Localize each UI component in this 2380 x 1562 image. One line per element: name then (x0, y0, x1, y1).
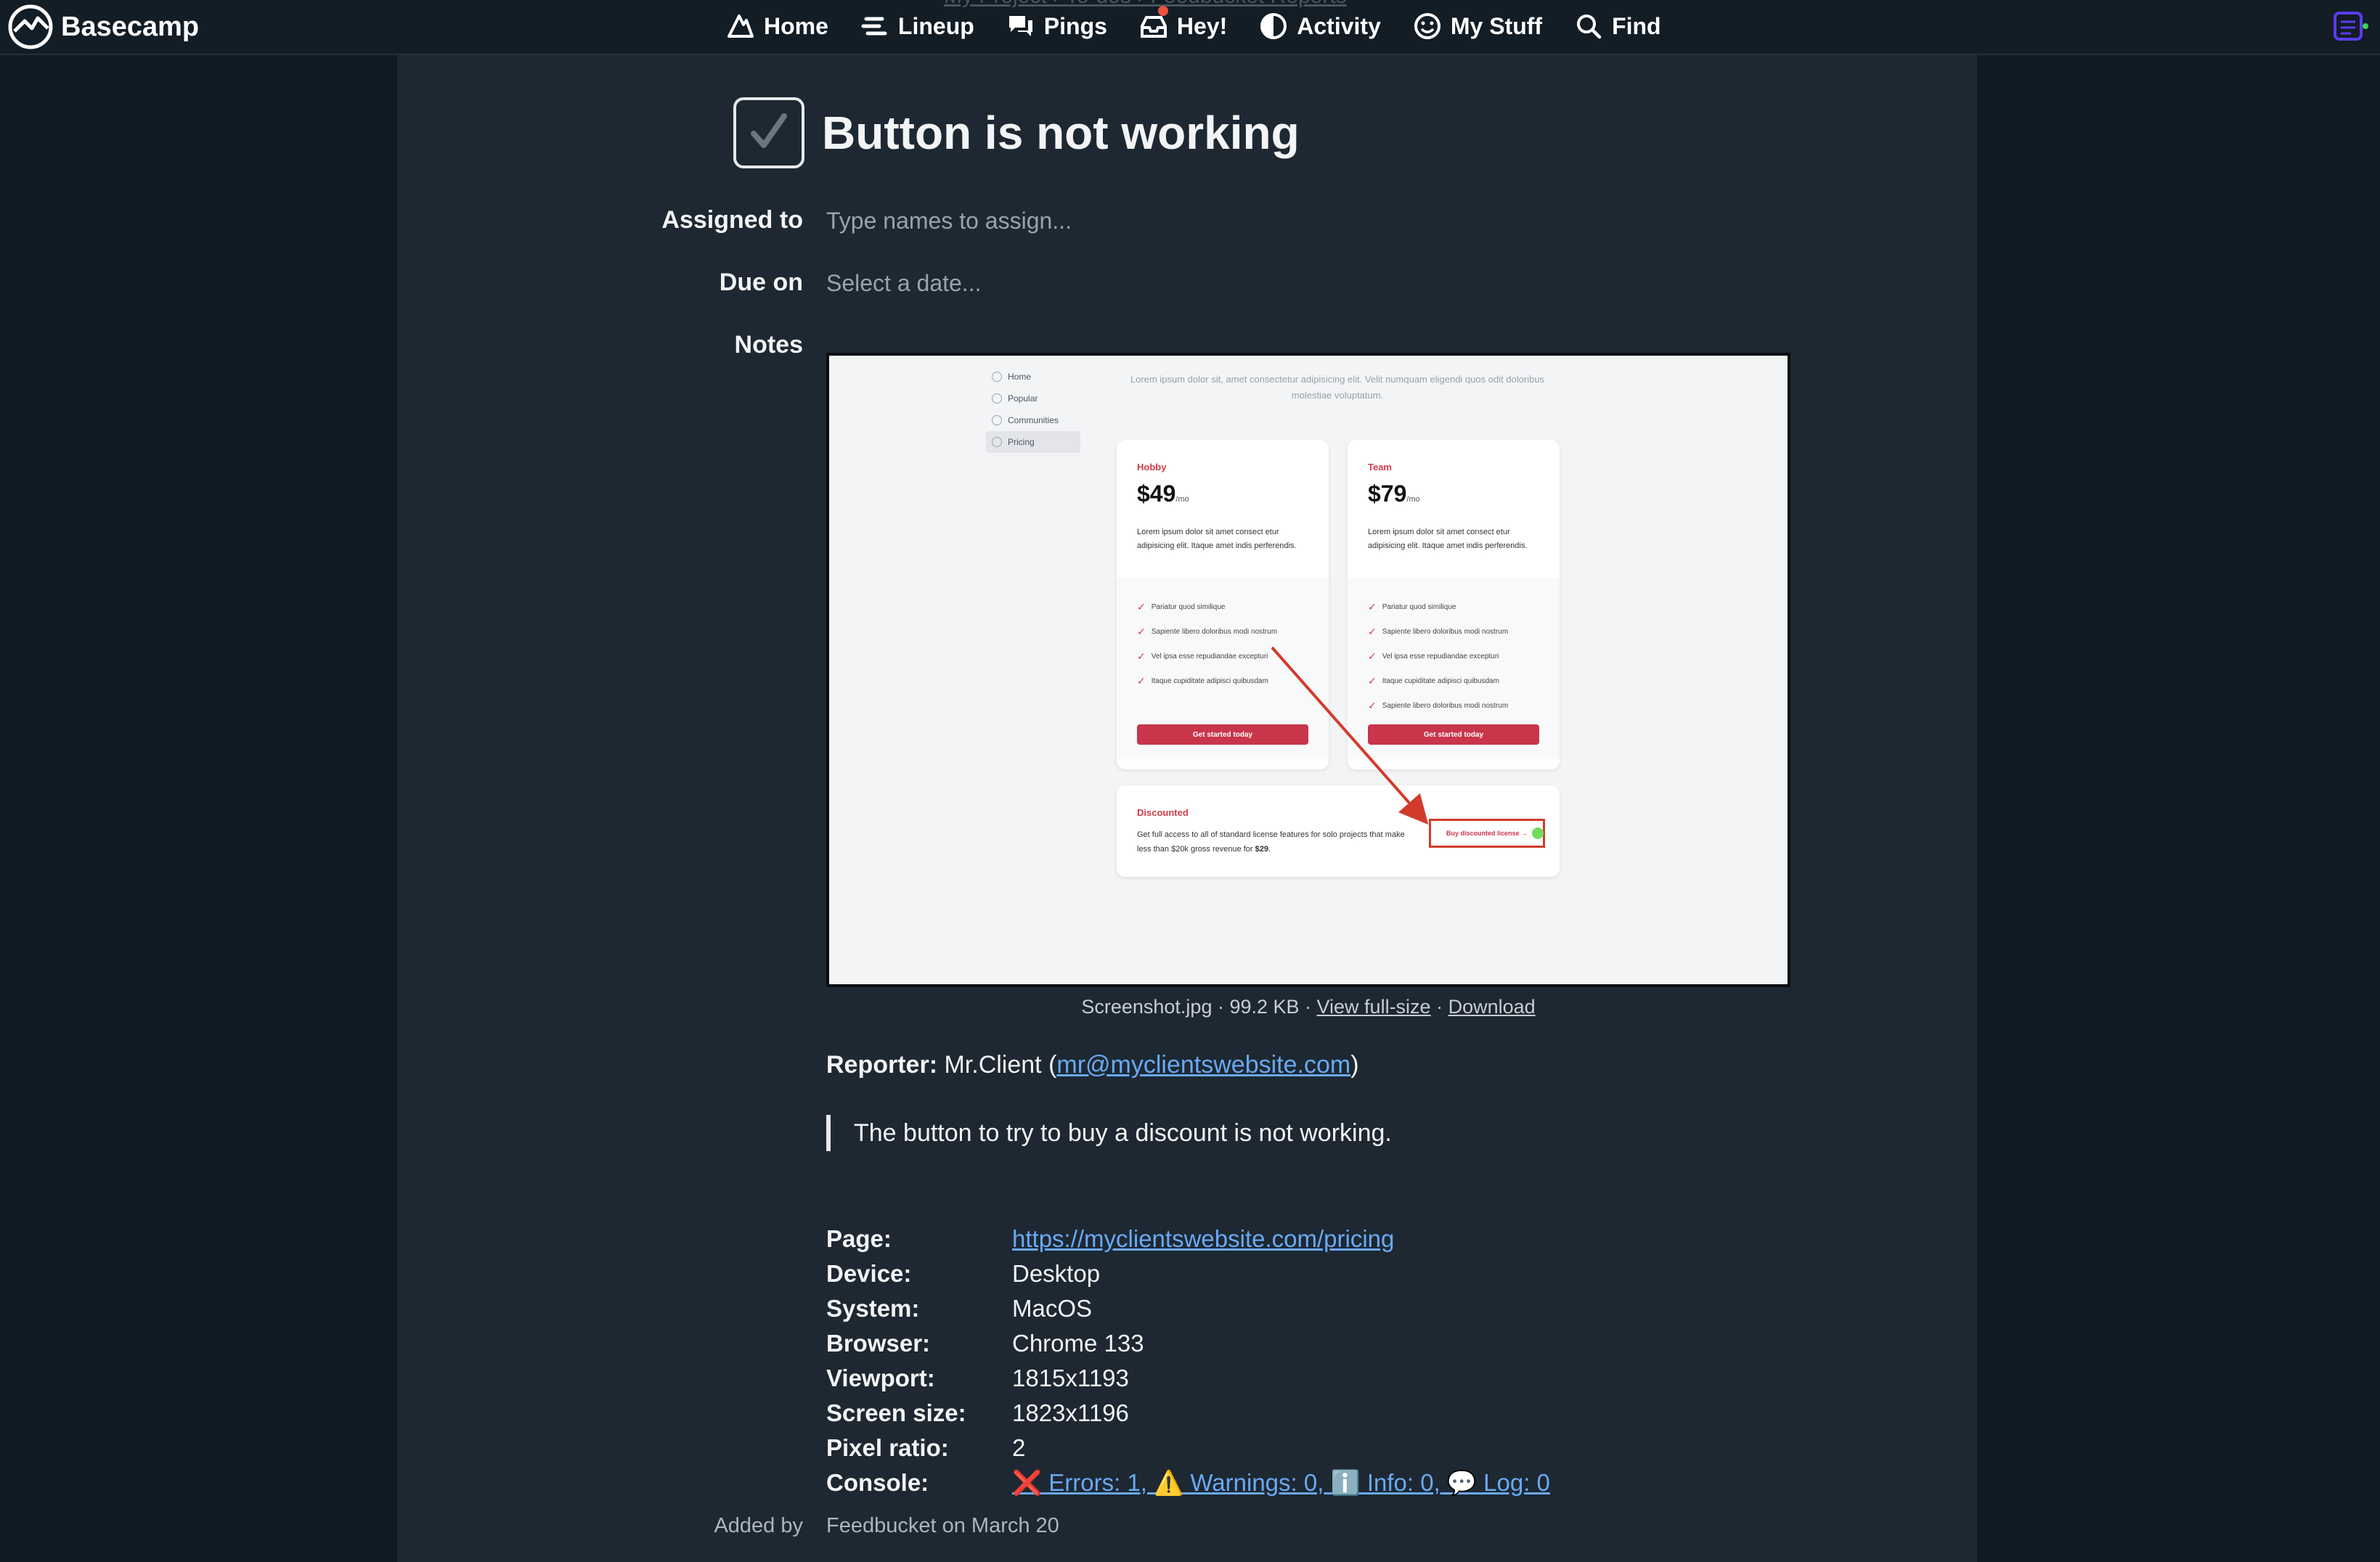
nav-hey[interactable]: Hey! (1139, 6, 1228, 41)
search-icon (1577, 15, 1602, 39)
meta-key: Pixel ratio: (826, 1434, 949, 1461)
meta-key: Screen size: (826, 1399, 966, 1426)
nav-pings-label: Pings (1043, 12, 1107, 39)
reporter-email-link[interactable]: mr@myclientswebsite.com (1056, 1051, 1350, 1079)
report-quote: The button to try to buy a discount is n… (826, 1115, 1392, 1151)
assignee-input[interactable]: Type names to assign... (826, 208, 1072, 234)
smiley-icon (1414, 13, 1440, 39)
nav-lineup[interactable]: Lineup (860, 12, 974, 41)
todo-header: Button is not working (733, 97, 1300, 168)
assigned-label: Assigned to (661, 206, 803, 234)
page-url-link[interactable]: https://myclientswebsite.com/pricing (1012, 1225, 1394, 1253)
nav-lineup-label: Lineup (897, 12, 974, 39)
basecamp-logo-icon (8, 4, 53, 49)
inbox-icon (1140, 16, 1167, 38)
meta-value: MacOS (1012, 1295, 1093, 1322)
todo-title[interactable]: Button is not working (822, 106, 1300, 160)
notes-label: Notes (734, 331, 803, 359)
brand-name: Basecamp (61, 11, 200, 42)
nav-my-stuff[interactable]: My Stuff (1413, 12, 1542, 41)
download-link[interactable]: Download (1448, 996, 1536, 1018)
nav-pings[interactable]: Pings (1006, 12, 1107, 41)
checkmark-icon (751, 113, 787, 148)
nav-activity-label: Activity (1297, 12, 1381, 39)
lineup-icon (861, 17, 887, 36)
nav-find[interactable]: Find (1574, 12, 1661, 41)
attachment-caption: Screenshot.jpg · 99.2 KB · View full-siz… (826, 996, 1790, 1018)
nav-activity[interactable]: Activity (1259, 12, 1381, 41)
notification-dot (1157, 6, 1168, 16)
meta-key: System: (826, 1295, 920, 1322)
reporter-close: ) (1350, 1051, 1359, 1079)
meta-value: Chrome 133 (1012, 1330, 1144, 1357)
nav-find-label: Find (1612, 12, 1661, 39)
meta-value: 2 (1012, 1434, 1026, 1461)
todo-complete-checkbox[interactable] (733, 97, 804, 168)
meta-key: Browser: (826, 1330, 931, 1357)
caption-separator: · (1430, 996, 1448, 1018)
meta-key: Console: (826, 1469, 929, 1496)
meta-key: Page: (826, 1225, 892, 1252)
due-date-input[interactable]: Select a date... (826, 270, 981, 297)
nav-home[interactable]: Home (726, 12, 828, 41)
nav-hey-label: Hey! (1176, 12, 1228, 39)
top-nav: My Project › To-dos › Feedbucket Reports… (0, 0, 2380, 55)
nav-my-stuff-label: My Stuff (1450, 12, 1543, 39)
reporter-label: Reporter: (826, 1051, 938, 1079)
chat-bubbles-icon (1008, 16, 1032, 36)
meta-key: Viewport: (826, 1365, 935, 1391)
reporter-name: Mr.Client ( (937, 1051, 1057, 1079)
mountain-icon (728, 15, 754, 38)
added-by-value: Feedbucket on March 20 (826, 1514, 1059, 1537)
meta-value: 1823x1196 (1012, 1399, 1129, 1426)
extension-icon[interactable] (2334, 10, 2368, 42)
meta-value: 1815x1193 (1012, 1365, 1129, 1391)
due-label: Due on (719, 269, 803, 296)
activity-pie-icon (1260, 13, 1287, 39)
reporter-line: Reporter: Mr.Client (mr@myclientswebsite… (826, 1051, 1359, 1079)
console-summary-link[interactable]: ❌ Errors: 1, ⚠️ Warnings: 0, ℹ️ Info: 0,… (1012, 1469, 1550, 1497)
nav-home-label: Home (764, 12, 828, 39)
added-by-label: Added by (714, 1514, 803, 1537)
meta-value: Desktop (1012, 1260, 1101, 1287)
meta-key: Device: (826, 1260, 912, 1287)
view-full-size-link[interactable]: View full-size (1317, 996, 1431, 1018)
attached-screenshot[interactable]: Home Popular Communities Pricing Lorem i… (826, 353, 1790, 987)
annotation-arrow (1271, 646, 1429, 825)
attachment-info: Screenshot.jpg · 99.2 KB · (1081, 996, 1317, 1018)
brand-home-link[interactable]: Basecamp (7, 4, 199, 49)
